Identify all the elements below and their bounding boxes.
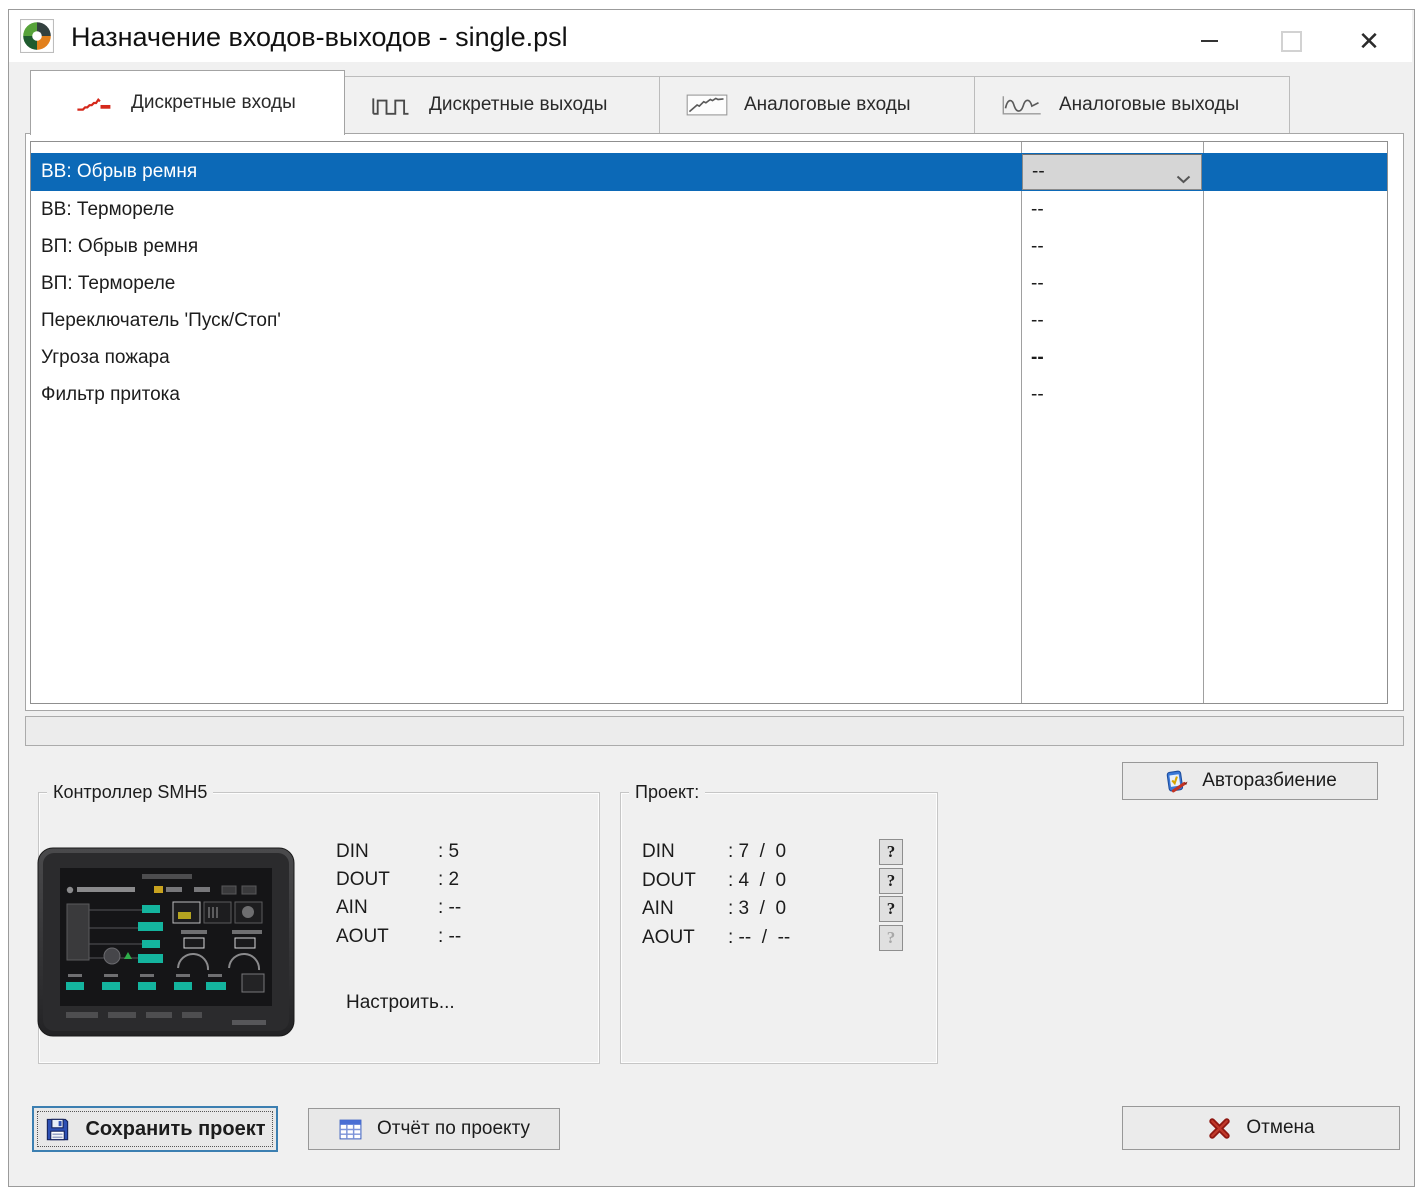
signal-row[interactable]: ВВ: Термореле -- xyxy=(31,191,1387,228)
signal-name: ВВ: Термореле xyxy=(41,199,175,220)
assignment-combobox[interactable]: -- xyxy=(1022,154,1202,190)
help-button-aout[interactable]: ? xyxy=(879,925,903,951)
signal-value: -- xyxy=(1031,199,1044,220)
signal-name: Фильтр притока xyxy=(41,384,180,405)
title-bar[interactable]: Назначение входов-выходов - single.psl ✕ xyxy=(9,10,1412,62)
cancel-button[interactable]: Отмена xyxy=(1122,1106,1400,1150)
autosplit-icon xyxy=(1163,769,1188,794)
maximize-button[interactable] xyxy=(1268,18,1314,64)
cancel-label: Отмена xyxy=(1246,1117,1315,1138)
maximize-icon xyxy=(1280,30,1302,52)
combobox-value: -- xyxy=(1032,161,1045,182)
signal-row[interactable]: ВП: Обрыв ремня -- xyxy=(31,228,1387,265)
tab-discrete-inputs[interactable]: Дискретные входы xyxy=(30,70,345,135)
autosplit-button[interactable]: Авторазбиение xyxy=(1122,762,1378,800)
signal-value: -- xyxy=(1031,384,1044,405)
signal-value: -- xyxy=(1031,236,1044,257)
tab-analog-inputs[interactable]: Аналоговые входы xyxy=(660,76,975,133)
stat-aout: AOUT: -- xyxy=(336,926,462,947)
report-label: Отчёт по проекту xyxy=(377,1118,530,1139)
save-project-button[interactable]: Сохранить проект xyxy=(32,1106,278,1152)
square-wave-icon xyxy=(371,94,413,116)
controller-image xyxy=(36,844,296,1045)
save-label: Сохранить проект xyxy=(85,1117,266,1140)
project-group-title: Проект: xyxy=(629,782,706,803)
close-icon: ✕ xyxy=(1358,26,1380,56)
signal-value: -- xyxy=(1031,347,1044,368)
help-button-ain[interactable]: ? xyxy=(879,896,903,922)
tab-label: Аналоговые выходы xyxy=(1059,94,1240,115)
status-strip xyxy=(25,716,1404,746)
table-grid-icon xyxy=(338,1117,363,1142)
controller-group-title: Контроллер SMH5 xyxy=(47,782,214,803)
stat-din: DIN: 5 xyxy=(336,841,460,862)
window-title: Назначение входов-выходов - single.psl xyxy=(71,22,568,52)
signal-name: ВП: Термореле xyxy=(41,273,176,294)
close-button[interactable]: ✕ xyxy=(1346,18,1392,64)
stat-din: DIN: 7 / 0 xyxy=(642,841,787,862)
signal-name: Угроза пожара xyxy=(41,347,170,368)
app-icon xyxy=(20,19,54,58)
floppy-disk-icon xyxy=(44,1116,71,1143)
autosplit-label: Авторазбиение xyxy=(1202,770,1337,791)
tab-label: Дискретные выходы xyxy=(429,94,608,115)
stat-dout: DOUT: 4 / 0 xyxy=(642,870,787,891)
stat-dout: DOUT: 2 xyxy=(336,869,460,890)
cancel-x-icon xyxy=(1207,1116,1232,1141)
signal-row-selected[interactable]: ВВ: Обрыв ремня -- xyxy=(31,153,1387,191)
signal-list: ВВ: Обрыв ремня -- ВВ: Термореле -- ВП: … xyxy=(30,141,1388,704)
tab-label: Дискретные входы xyxy=(131,92,296,113)
tab-discrete-outputs[interactable]: Дискретные выходы xyxy=(345,76,660,133)
signal-row[interactable]: Переключатель 'Пуск/Стоп' -- xyxy=(31,302,1387,339)
tab-analog-outputs[interactable]: Аналоговые выходы xyxy=(975,76,1290,133)
signal-value: -- xyxy=(1031,273,1044,294)
signal-value: -- xyxy=(1031,310,1044,331)
signal-row[interactable]: Фильтр притока -- xyxy=(31,376,1387,413)
signal-name: ВВ: Обрыв ремня xyxy=(41,161,198,182)
stat-ain: AIN: 3 / 0 xyxy=(642,898,787,919)
discrete-input-step-icon xyxy=(75,92,115,114)
stat-ain: AIN: -- xyxy=(336,897,462,918)
signal-name: Переключатель 'Пуск/Стоп' xyxy=(41,310,281,331)
signal-row[interactable]: ВП: Термореле -- xyxy=(31,265,1387,302)
tab-label: Аналоговые входы xyxy=(744,94,911,115)
stat-aout: AOUT: -- / -- xyxy=(642,927,791,948)
signal-row[interactable]: Угроза пожара -- xyxy=(31,339,1387,376)
project-group: Проект: DIN: 7 / 0 DOUT: 4 / 0 AIN: 3 / … xyxy=(620,782,938,1064)
minimize-icon xyxy=(1200,40,1218,42)
analog-ramp-chart-icon xyxy=(686,94,728,116)
signal-name: ВП: Обрыв ремня xyxy=(41,236,199,257)
chevron-down-icon xyxy=(1176,168,1191,190)
help-button-din[interactable]: ? xyxy=(879,839,903,865)
sine-wave-chart-icon xyxy=(1001,94,1043,116)
help-button-dout[interactable]: ? xyxy=(879,868,903,894)
project-report-button[interactable]: Отчёт по проекту xyxy=(308,1108,560,1150)
configure-link[interactable]: Настроить... xyxy=(346,992,455,1014)
minimize-button[interactable] xyxy=(1186,18,1232,64)
